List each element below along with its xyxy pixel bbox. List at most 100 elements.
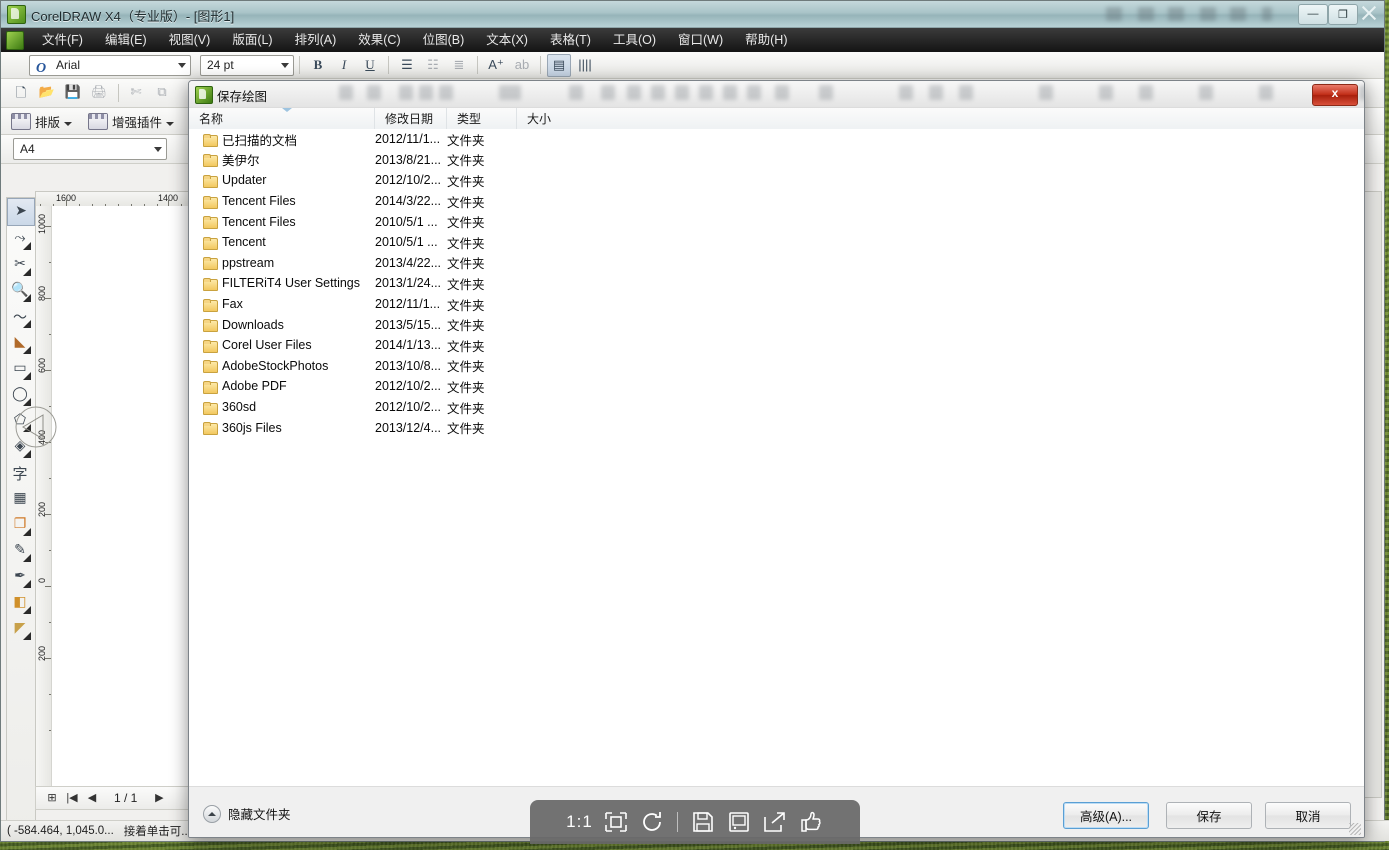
file-list[interactable]: 已扫描的文档 2012/11/1... 文件夹 美伊尔 2013/8/21... 文件夹 U… (189, 129, 1364, 787)
table-row[interactable]: Fax 2012/11/1... 文件夹 (189, 294, 1364, 315)
menu-item-layout[interactable]: 版面(L) (221, 28, 283, 52)
edit-text-button[interactable]: ab (510, 54, 534, 77)
paper-size-combo[interactable]: A4 (13, 138, 167, 160)
table-row[interactable]: Tencent Files 2010/5/1 ... 文件夹 (189, 211, 1364, 232)
bold-button[interactable]: B (306, 54, 330, 77)
print-button[interactable]: 🖨 (87, 82, 111, 104)
refresh-button[interactable] (634, 805, 670, 839)
save-capture-button[interactable] (685, 805, 721, 839)
table-row[interactable]: 360js Files 2013/12/4... 文件夹 (189, 417, 1364, 438)
menu-item-effects[interactable]: 效果(C) (347, 28, 411, 52)
tool-rectangle[interactable]: ▭ (7, 356, 33, 382)
docker-strip[interactable] (1364, 191, 1382, 798)
maximize-button[interactable]: ❐ (1328, 4, 1358, 25)
menu-item-file[interactable]: 文件(F) (31, 28, 94, 52)
table-row[interactable]: 美伊尔 2013/8/21... 文件夹 (189, 150, 1364, 171)
tool-pick[interactable]: ➤ (7, 198, 35, 226)
cancel-button[interactable]: 取消 (1265, 802, 1351, 829)
folder-icon (203, 422, 218, 436)
confirm-button[interactable] (793, 805, 829, 839)
column-header-name[interactable]: 名称 (189, 108, 375, 130)
italic-button[interactable]: I (332, 54, 356, 77)
zoom-ratio-label: 1:1 (566, 812, 593, 831)
plugin-typeset[interactable]: 排版 (11, 112, 73, 131)
bullet-list-button[interactable]: ☷ (421, 54, 445, 77)
pin-to-screen-button[interactable] (721, 805, 757, 839)
menu-item-text[interactable]: 文本(X) (475, 28, 539, 52)
menu-item-help[interactable]: 帮助(H) (734, 28, 798, 52)
open-folder-icon: 📂 (38, 84, 56, 99)
drop-cap-button[interactable]: ≣ (447, 54, 471, 77)
underline-button[interactable]: U (358, 54, 382, 77)
menu-item-tools[interactable]: 工具(O) (602, 28, 667, 52)
menu-item-edit[interactable]: 编辑(E) (94, 28, 158, 52)
table-row[interactable]: FILTERiT4 User Settings 2013/1/24... 文件夹 (189, 273, 1364, 294)
tool-smart-fill[interactable]: ◣ (7, 330, 33, 356)
table-row[interactable]: Updater 2012/10/2... 文件夹 (189, 170, 1364, 191)
save-button[interactable]: 保存 (1166, 802, 1252, 829)
align-button[interactable]: ☰ (395, 54, 419, 77)
table-row[interactable]: 360sd 2012/10/2... 文件夹 (189, 397, 1364, 418)
hide-folders-toggle[interactable]: 隐藏文件夹 (203, 804, 291, 823)
tool-zoom[interactable]: 🔍 (7, 278, 33, 304)
first-page-button[interactable]: |◀ (63, 790, 81, 806)
fit-screen-button[interactable] (598, 805, 634, 839)
advanced-button[interactable]: 高级(A)... (1063, 802, 1149, 829)
table-row[interactable]: 已扫描的文档 2012/11/1... 文件夹 (189, 129, 1364, 150)
menu-item-view[interactable]: 视图(V) (158, 28, 222, 52)
font-icon: O (36, 60, 47, 76)
horizontal-text-button[interactable]: ▤ (547, 53, 571, 77)
share-icon (763, 812, 785, 832)
column-header-type[interactable]: 类型 (447, 108, 517, 130)
menu-item-window[interactable]: 窗口(W) (667, 28, 734, 52)
table-row[interactable]: Corel User Files 2014/1/13... 文件夹 (189, 335, 1364, 356)
dialog-close-button[interactable] (1312, 84, 1358, 106)
table-row[interactable]: Adobe PDF 2012/10/2... 文件夹 (189, 376, 1364, 397)
character-format-button[interactable]: A⁺ (484, 54, 508, 77)
chevron-down-icon[interactable] (64, 122, 73, 126)
save-button[interactable]: 💾 (61, 82, 85, 104)
minimize-button[interactable]: — (1298, 4, 1328, 25)
tool-outline[interactable]: ✒ (7, 564, 33, 590)
prev-page-button[interactable]: ◀ (83, 790, 101, 806)
column-header-date[interactable]: 修改日期 (375, 108, 447, 130)
next-page-button[interactable]: ▶ (150, 790, 168, 806)
tool-text[interactable]: 字 (7, 460, 33, 486)
plugin-enhance[interactable]: 增强插件 (88, 112, 175, 131)
file-type-cell: 文件夹 (447, 236, 485, 251)
close-icon[interactable] (1358, 2, 1380, 24)
tool-blend[interactable]: ❐ (7, 512, 33, 538)
resize-grip[interactable] (1349, 823, 1361, 835)
column-header-size[interactable]: 大小 (517, 108, 587, 130)
menu-item-table[interactable]: 表格(T) (539, 28, 602, 52)
tool-freehand[interactable]: 〜 (7, 304, 33, 330)
tool-fill[interactable]: ◧ (7, 590, 33, 616)
new-document-button[interactable]: 🗋 (9, 82, 33, 104)
font-size-combo[interactable]: 24 pt (200, 54, 294, 76)
tool-interactive-fill[interactable]: ◤ (7, 616, 33, 642)
chevron-down-icon[interactable] (166, 122, 175, 126)
text-icon: 字 (12, 466, 28, 483)
font-family-combo[interactable]: O Arial (29, 54, 191, 76)
copy-button[interactable]: ⧉ (150, 82, 174, 104)
cut-button[interactable]: ✄ (124, 82, 148, 104)
share-button[interactable] (757, 805, 793, 839)
menu-item-arrange[interactable]: 排列(A) (284, 28, 348, 52)
table-row[interactable]: Tencent 2010/5/1 ... 文件夹 (189, 232, 1364, 253)
chevron-down-icon[interactable] (178, 62, 186, 68)
open-button[interactable]: 📂 (35, 82, 59, 104)
add-page-button[interactable]: ⊞ (43, 790, 61, 806)
table-row[interactable]: Downloads 2013/5/15... 文件夹 (189, 314, 1364, 335)
table-row[interactable]: ppstream 2013/4/22... 文件夹 (189, 253, 1364, 274)
table-row[interactable]: AdobeStockPhotos 2013/10/8... 文件夹 (189, 356, 1364, 377)
tool-eyedropper[interactable]: ✎ (7, 538, 33, 564)
chevron-down-icon[interactable] (154, 147, 162, 152)
tool-crop[interactable]: ✂ (7, 252, 33, 278)
vertical-text-button[interactable]: |||| (573, 54, 597, 77)
menu-item-bitmap[interactable]: 位图(B) (412, 28, 476, 52)
zoom-ratio-button[interactable]: 1:1 (562, 805, 598, 839)
tool-shape[interactable]: ⤳ (7, 226, 33, 252)
tool-table[interactable]: ▦ (7, 486, 33, 512)
table-row[interactable]: Tencent Files 2014/3/22... 文件夹 (189, 191, 1364, 212)
chevron-down-icon[interactable] (281, 62, 289, 68)
